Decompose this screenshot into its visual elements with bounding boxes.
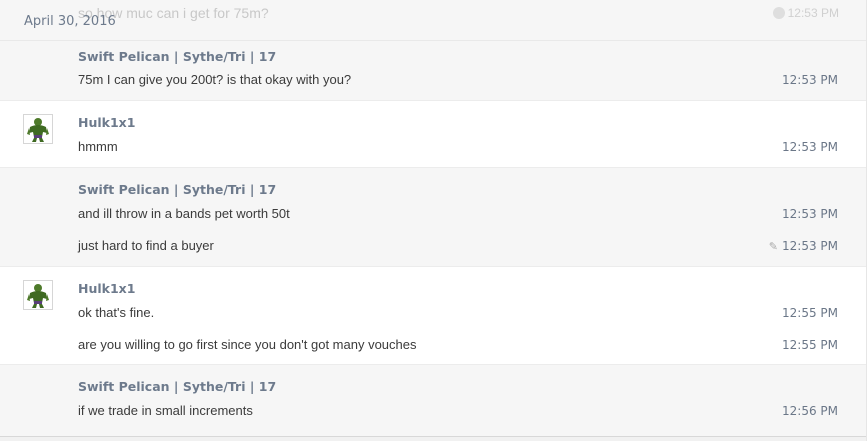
sender-name[interactable]: Swift Pelican | Sythe/Tri | 17	[78, 182, 276, 197]
message-text: and ill throw in a bands pet worth 50t	[78, 206, 290, 221]
message-group: Swift Pelican | Sythe/Tri | 17 75m I can…	[0, 41, 866, 101]
sender-name[interactable]: Swift Pelican | Sythe/Tri | 17	[78, 49, 276, 64]
message-text: just hard to find a buyer	[78, 238, 214, 253]
message-time: 12:56 PM	[782, 404, 838, 418]
scrolled-message-time: 12:53 PM	[787, 6, 839, 20]
message-group: Hulk1x1 ok that's fine. 12:55 PM are you…	[0, 267, 866, 365]
hulk-avatar-icon	[27, 284, 49, 308]
avatar[interactable]	[23, 114, 53, 144]
hulk-avatar-icon	[27, 118, 49, 142]
divider	[0, 436, 866, 441]
message-text: hmmm	[78, 139, 118, 154]
scrolled-message-time-wrap: 12:53 PM	[772, 6, 839, 20]
pencil-icon: ✎	[768, 240, 778, 253]
avatar[interactable]	[23, 280, 53, 310]
sender-name[interactable]: Swift Pelican | Sythe/Tri | 17	[78, 379, 276, 394]
message-group: Swift Pelican | Sythe/Tri | 17 and ill t…	[0, 168, 866, 267]
message-time: 12:53 PM	[782, 207, 838, 221]
message-text: are you willing to go first since you do…	[78, 337, 417, 352]
sender-name[interactable]: Hulk1x1	[78, 115, 135, 130]
message-time: 12:53 PM	[782, 239, 838, 253]
message-time: 12:53 PM	[782, 73, 838, 87]
message-time: 12:53 PM	[782, 140, 838, 154]
message-time-wrap: ✎ 12:53 PM	[769, 239, 838, 253]
clock-icon	[772, 7, 785, 19]
message-text: if we trade in small increments	[78, 403, 253, 418]
message-text: ok that's fine.	[78, 305, 155, 320]
message-time: 12:55 PM	[782, 338, 838, 352]
message-group: Hulk1x1 hmmm 12:53 PM	[0, 101, 866, 168]
sender-name[interactable]: Hulk1x1	[78, 281, 135, 296]
message-text: 75m I can give you 200t? is that okay wi…	[78, 72, 352, 87]
date-divider: April 30, 2016	[24, 14, 116, 29]
message-group: Swift Pelican | Sythe/Tri | 17 if we tra…	[0, 365, 866, 436]
chat-log: so how muc can i get for 75m? 12:53 PM A…	[0, 0, 867, 441]
scrolled-message: so how muc can i get for 75m? 12:53 PM	[0, 0, 866, 41]
message-time: 12:55 PM	[782, 306, 838, 320]
